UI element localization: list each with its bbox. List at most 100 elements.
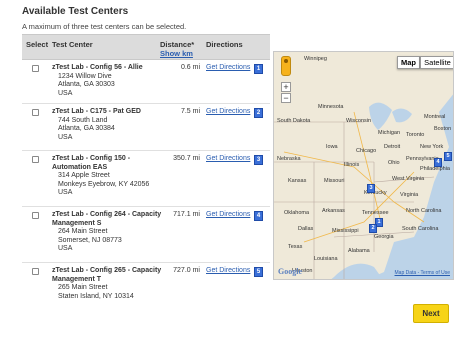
center-address-line: 744 South Land [58,116,108,124]
map-label: Virginia [400,192,419,198]
map-marker-4-icon[interactable]: 4 [434,158,442,167]
header-distance: Distance* Show km [160,40,194,58]
map-label: Winnipeg [304,56,327,62]
select-checkbox[interactable] [32,156,39,163]
map-label: Iowa [326,144,338,150]
show-km-link[interactable]: Show km [160,49,193,58]
table-row: zTest Lab - Config 265 - Capacity Manage… [22,263,270,313]
center-address-line: Somerset, NJ 08773 [58,236,122,244]
map-label: Detroit [384,144,401,150]
map-label: Montreal [424,114,446,120]
google-logo: Google [278,267,302,276]
page-title: Available Test Centers [22,6,129,17]
center-info: zTest Lab - Config 56 - Allie 1234 Willo… [52,64,162,98]
page-subtitle: A maximum of three test centers can be s… [22,22,187,31]
map-label: Alabama [348,248,370,254]
center-name: zTest Lab - Config 264 - Capacity Manage… [52,211,162,227]
map-label: Mississippi [332,228,359,234]
select-checkbox[interactable] [32,109,39,116]
map-label: Missouri [324,178,345,184]
map-label: Oklahoma [284,210,310,216]
next-button[interactable]: Next [413,304,449,323]
center-name: zTest Lab - Config 56 - Allie [52,64,143,71]
map-type-satellite-button[interactable]: Satellite [420,56,453,69]
center-distance: 727.0 mi [173,267,200,274]
table-row: zTest Lab - Config 150 - Automation EAS … [22,151,270,207]
table-row: zTest Lab - Config 264 - Capacity Manage… [22,207,270,263]
map-label: Michigan [378,130,401,136]
select-checkbox[interactable] [32,65,39,72]
map-label: Louisiana [314,256,338,262]
center-name: zTest Lab - Config 150 - Automation EAS [52,155,131,171]
header-test-center: Test Center [52,40,93,49]
center-distance: 0.6 mi [180,64,200,71]
center-name: zTest Lab - C175 - Pat GED [52,108,141,115]
center-info: zTest Lab - Config 265 - Capacity Manage… [52,267,162,301]
map-marker-5-icon[interactable]: 5 [444,152,452,161]
map-marker-icon[interactable]: 1 [254,64,263,74]
center-address-line: Staten Island, NY 10314 [58,292,134,300]
center-address-line: Monkeys Eyebrow, KY 42056 [58,180,150,188]
street-view-pegman-icon[interactable] [281,56,291,76]
center-distance: 350.7 mi [173,155,200,162]
center-address-line: USA [58,89,73,97]
map-label: Toronto [406,132,425,138]
header-distance-label: Distance* [160,40,195,49]
get-directions-link[interactable]: Get Directions [206,155,250,162]
test-center-table: Select Test Center Distance* Show km Dir… [22,34,270,313]
map-label: New York [420,144,444,150]
map-type-map-button[interactable]: Map [397,56,420,69]
map-marker-3-icon[interactable]: 3 [367,184,375,193]
zoom-out-button[interactable]: − [281,93,291,103]
zoom-in-button[interactable]: + [281,82,291,92]
center-address-line: USA [58,133,73,141]
center-address-line: 265 Main Street [58,284,108,291]
select-checkbox[interactable] [32,268,39,275]
center-address-line: Atlanta, GA 30303 [58,81,115,88]
map-marker-icon[interactable]: 2 [254,108,263,118]
map-data-terms-link[interactable]: Map Data - Terms of Use [395,270,450,276]
map-label: Arkansas [322,208,345,214]
map-label: Boston [434,126,452,132]
center-name: zTest Lab - Config 265 - Capacity Manage… [52,267,162,283]
map-label: Nebraska [277,156,301,162]
map-label: North Carolina [406,208,442,214]
center-address-line: USA [58,245,73,252]
center-info: zTest Lab - Config 150 - Automation EAS … [52,155,162,198]
map-label: South Carolina [402,226,439,232]
map-label: Minnesota [318,104,344,110]
map-label: Ohio [388,160,400,166]
center-info: zTest Lab - Config 264 - Capacity Manage… [52,211,162,254]
map-label: Tennessee [362,210,389,216]
center-info: zTest Lab - C175 - Pat GED 744 South Lan… [52,108,162,142]
map-marker-icon[interactable]: 4 [254,211,263,221]
table-row: zTest Lab - Config 56 - Allie 1234 Willo… [22,60,270,104]
center-distance: 7.5 mi [180,108,200,115]
map-label: Chicago [356,148,377,154]
center-address-line: 314 Apple Street [58,172,110,179]
get-directions-link[interactable]: Get Directions [206,108,250,115]
map-label: Illinois [344,162,360,168]
map-marker-2-icon[interactable]: 2 [369,224,377,233]
map-marker-icon[interactable]: 3 [254,155,263,165]
header-select: Select [26,40,49,49]
header-directions: Directions [206,40,243,49]
map-label: Texas [288,244,303,250]
get-directions-link[interactable]: Get Directions [206,267,250,274]
get-directions-link[interactable]: Get Directions [206,211,250,218]
map-label: Georgia [374,234,394,240]
center-address-line: USA [58,189,73,196]
map-panel[interactable]: + − Map Satellite Winnipeg Minnesota Sou… [273,51,454,280]
select-checkbox[interactable] [32,212,39,219]
get-directions-link[interactable]: Get Directions [206,64,250,71]
center-address-line: Atlanta, GA 30384 [58,125,115,132]
map-label: Dallas [298,226,314,232]
center-address-line: 1234 Willow Dive [58,72,112,80]
map-label: Wisconsin [346,118,372,124]
map-label: South Dakota [277,118,311,124]
map-label: West Virginia [392,176,425,182]
table-header: Select Test Center Distance* Show km Dir… [22,34,270,60]
map-label: Kansas [288,178,307,184]
map-marker-icon[interactable]: 5 [254,267,263,277]
table-row: zTest Lab - C175 - Pat GED 744 South Lan… [22,104,270,151]
